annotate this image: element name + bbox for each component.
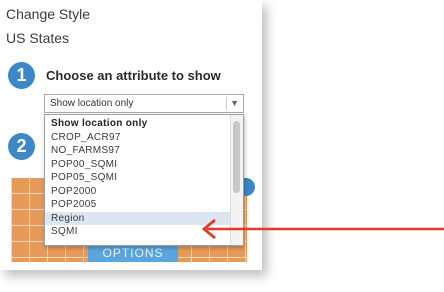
red-arrow-icon [201,218,444,240]
